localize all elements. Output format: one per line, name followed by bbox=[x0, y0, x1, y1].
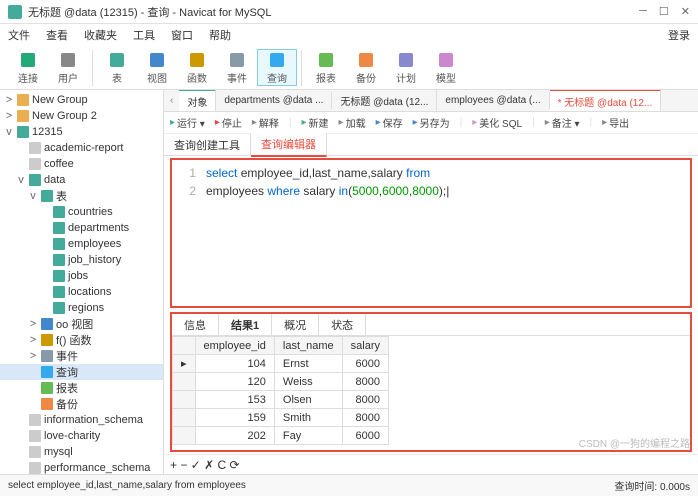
qbtn-美化 SQL[interactable]: ▸美化 SQL bbox=[472, 115, 522, 130]
table-row[interactable]: 202Fay6000 bbox=[173, 427, 389, 445]
content-tab[interactable]: 无标题 @data (12... bbox=[332, 90, 437, 111]
tab-prev-icon[interactable]: ‹ bbox=[164, 92, 179, 109]
menu-收藏夹[interactable]: 收藏夹 bbox=[84, 27, 117, 43]
tab-status[interactable]: 状态 bbox=[319, 314, 366, 335]
minimize-icon[interactable]: ─ bbox=[639, 5, 647, 18]
table-row[interactable]: ▸104Ernst6000 bbox=[173, 355, 389, 373]
tool-报表[interactable]: 报表 bbox=[306, 50, 346, 85]
table-row[interactable]: 153Olsen8000 bbox=[173, 391, 389, 409]
tree-12315[interactable]: v12315 bbox=[0, 124, 163, 140]
tool-视图[interactable]: 视图 bbox=[137, 50, 177, 85]
tree-countries[interactable]: countries bbox=[0, 204, 163, 220]
tool-表[interactable]: 表 bbox=[97, 50, 137, 85]
menu-帮助[interactable]: 帮助 bbox=[209, 27, 231, 43]
tree-academic-report[interactable]: academic-report bbox=[0, 140, 163, 156]
app-logo-icon bbox=[8, 5, 22, 19]
tab-result1[interactable]: 结果1 bbox=[219, 314, 272, 335]
tree-regions[interactable]: regions bbox=[0, 300, 163, 316]
tree-coffee[interactable]: coffee bbox=[0, 156, 163, 172]
col-salary[interactable]: salary bbox=[342, 337, 388, 355]
tree-departments[interactable]: departments bbox=[0, 220, 163, 236]
content-tab[interactable]: departments @data ... bbox=[216, 92, 332, 109]
qbtn-解释[interactable]: ▸解释 bbox=[252, 115, 279, 130]
tree-mysql[interactable]: mysql bbox=[0, 444, 163, 460]
tree-New Group[interactable]: >New Group bbox=[0, 92, 163, 108]
qbtn-导出[interactable]: ▸导出 bbox=[602, 115, 629, 130]
col-employee_id[interactable]: employee_id bbox=[195, 337, 274, 355]
maximize-icon[interactable]: ☐ bbox=[659, 5, 669, 18]
qbtn-新建[interactable]: ▸新建 bbox=[302, 115, 329, 130]
sql-editor[interactable]: 1select employee_id,last_name,salary fro… bbox=[170, 158, 692, 308]
login-link[interactable]: 登录 bbox=[668, 27, 690, 43]
qbtn-停止[interactable]: ▸停止 bbox=[215, 115, 242, 130]
tool-查询[interactable]: 查询 bbox=[257, 49, 297, 86]
close-icon[interactable]: ✕ bbox=[681, 5, 690, 18]
qbtn-备注 ▾[interactable]: ▸备注 ▾ bbox=[545, 115, 580, 130]
qbtn-运行 ▾[interactable]: ▸运行 ▾ bbox=[170, 115, 205, 130]
tree-jobs[interactable]: jobs bbox=[0, 268, 163, 284]
qbtn-加载[interactable]: ▸加载 bbox=[339, 115, 366, 130]
tool-函数[interactable]: 函数 bbox=[177, 50, 217, 85]
tree-performance_schema[interactable]: performance_schema bbox=[0, 460, 163, 474]
table-row[interactable]: 159Smith8000 bbox=[173, 409, 389, 427]
content-tab[interactable]: employees @data (... bbox=[437, 92, 549, 109]
menu-文件[interactable]: 文件 bbox=[8, 27, 30, 43]
tree-New Group 2[interactable]: >New Group 2 bbox=[0, 108, 163, 124]
tab-info[interactable]: 信息 bbox=[172, 314, 219, 335]
grid-nav-bar[interactable]: + − ✓ ✗ C ⟳ bbox=[164, 454, 698, 474]
status-time: 查询时间: 0.000s bbox=[614, 478, 690, 493]
tree-locations[interactable]: locations bbox=[0, 284, 163, 300]
tool-模型[interactable]: 模型 bbox=[426, 50, 466, 85]
tree-备份[interactable]: 备份 bbox=[0, 396, 163, 412]
tree-oo 视图[interactable]: >oo 视图 bbox=[0, 316, 163, 332]
tree-事件[interactable]: >事件 bbox=[0, 348, 163, 364]
qbtn-另存为[interactable]: ▸另存为 bbox=[413, 115, 450, 130]
tab-profile[interactable]: 概况 bbox=[272, 314, 319, 335]
tree-job_history[interactable]: job_history bbox=[0, 252, 163, 268]
tool-连接[interactable]: 连接 bbox=[8, 50, 48, 85]
qbtn-保存[interactable]: ▸保存 bbox=[376, 115, 403, 130]
menu-查看[interactable]: 查看 bbox=[46, 27, 68, 43]
tree-information_schema[interactable]: information_schema bbox=[0, 412, 163, 428]
tree-love-charity[interactable]: love-charity bbox=[0, 428, 163, 444]
tree-data[interactable]: vdata bbox=[0, 172, 163, 188]
table-row[interactable]: 120Weiss8000 bbox=[173, 373, 389, 391]
tool-备份[interactable]: 备份 bbox=[346, 50, 386, 85]
col-last_name[interactable]: last_name bbox=[274, 337, 342, 355]
tool-用户[interactable]: 用户 bbox=[48, 50, 88, 85]
query-builder-tab[interactable]: 查询创建工具 bbox=[164, 134, 251, 156]
tree-表[interactable]: v表 bbox=[0, 188, 163, 204]
menu-工具[interactable]: 工具 bbox=[133, 27, 155, 43]
content-tab[interactable]: * 无标题 @data (12... bbox=[550, 90, 662, 112]
query-editor-tab[interactable]: 查询编辑器 bbox=[251, 133, 327, 157]
menu-窗口[interactable]: 窗口 bbox=[171, 27, 193, 43]
tree-f() 函数[interactable]: >f() 函数 bbox=[0, 332, 163, 348]
tree-查询[interactable]: 查询 bbox=[0, 364, 163, 380]
window-title: 无标题 @data (12315) - 查询 - Navicat for MyS… bbox=[28, 4, 639, 20]
tree-employees[interactable]: employees bbox=[0, 236, 163, 252]
tool-事件[interactable]: 事件 bbox=[217, 50, 257, 85]
tool-计划[interactable]: 计划 bbox=[386, 50, 426, 85]
content-tab[interactable]: 对象 bbox=[179, 90, 216, 112]
status-query: select employee_id,last_name,salary from… bbox=[8, 480, 614, 491]
tree-报表[interactable]: 报表 bbox=[0, 380, 163, 396]
watermark: CSDN @一狗的编程之路 bbox=[579, 435, 690, 450]
